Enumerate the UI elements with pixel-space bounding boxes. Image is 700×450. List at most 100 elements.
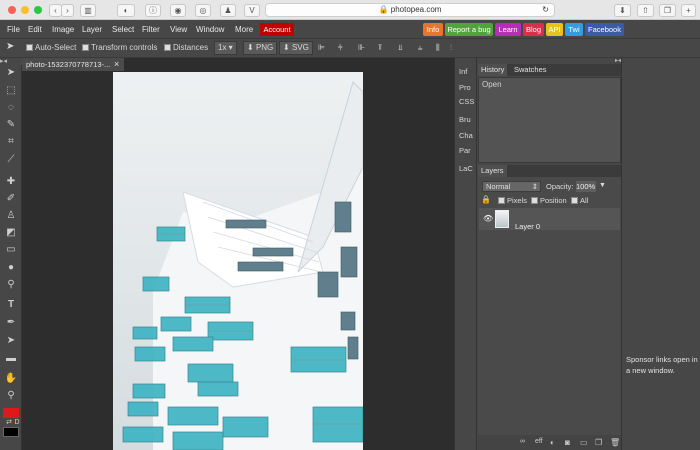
type-tool-icon[interactable]: T xyxy=(4,298,18,312)
new-group-icon[interactable]: ▭ xyxy=(580,438,588,447)
marquee-tool-icon[interactable]: ⬚ xyxy=(4,84,18,98)
new-layer-icon[interactable]: ❐ xyxy=(595,438,602,447)
link-layers-icon[interactable]: ∞ xyxy=(520,438,525,445)
close-window-button[interactable] xyxy=(8,6,16,14)
eraser-tool-icon[interactable]: ◩ xyxy=(4,226,18,240)
downloads-icon[interactable]: ⬇ xyxy=(614,4,631,17)
move-tool-icon[interactable]: ➤ xyxy=(4,66,18,80)
layer-mask-icon[interactable]: ◙ xyxy=(565,438,570,447)
report-bug-link[interactable]: Report a bug xyxy=(445,23,493,36)
toggle-icon[interactable]: ◐ xyxy=(117,4,135,17)
menu-more[interactable]: More xyxy=(235,25,253,34)
css-panel-tab[interactable]: CSS xyxy=(459,97,474,106)
visibility-eye-icon[interactable]: 👁 xyxy=(483,214,493,223)
lock-pixels-checkbox[interactable] xyxy=(498,197,505,204)
menu-file[interactable]: File xyxy=(7,25,20,34)
eyedropper-tool-icon[interactable]: ⟋ xyxy=(4,153,18,167)
healing-tool-icon[interactable]: ✚ xyxy=(4,175,18,189)
zoom-select[interactable]: 1x ▾ xyxy=(214,41,237,55)
menu-view[interactable]: View xyxy=(170,25,187,34)
layer-comps-panel-tab[interactable]: LaC xyxy=(459,164,473,173)
extension-icon-1[interactable]: ⓘ xyxy=(145,4,161,17)
lock-all-checkbox[interactable] xyxy=(571,197,578,204)
swatches-tab[interactable]: Swatches xyxy=(511,64,550,76)
info-link[interactable]: Info xyxy=(423,23,443,36)
facebook-link[interactable]: Facebook xyxy=(585,23,624,36)
align-bottom-icon[interactable]: ⫨ xyxy=(418,43,423,53)
blur-tool-icon[interactable]: ● xyxy=(4,261,18,275)
crop-tool-icon[interactable]: ⌗ xyxy=(4,135,18,149)
tabs-icon[interactable]: ❐ xyxy=(659,4,676,17)
account-button[interactable]: Account xyxy=(260,23,294,36)
align-middle-icon[interactable]: ⫫ xyxy=(398,43,403,53)
align-left-icon[interactable]: ⊫ xyxy=(318,43,325,52)
magic-wand-tool-icon[interactable]: ✎ xyxy=(4,118,18,132)
menu-layer[interactable]: Layer xyxy=(82,25,102,34)
history-item[interactable]: Open xyxy=(479,78,620,91)
transform-controls-checkbox[interactable] xyxy=(82,44,89,51)
learn-link[interactable]: Learn xyxy=(495,23,521,36)
brush-tool-icon[interactable]: ✐ xyxy=(4,192,18,206)
align-top-icon[interactable]: ⫪ xyxy=(378,43,383,53)
collapse-arrows-icon[interactable]: ▸◂ xyxy=(0,58,22,65)
blog-link[interactable]: Blog xyxy=(523,23,544,36)
info-panel-tab[interactable]: Inf xyxy=(459,67,467,76)
zoom-window-button[interactable] xyxy=(34,6,42,14)
distances-label: Distances xyxy=(173,43,209,52)
layer-row[interactable]: 👁 Layer 0 xyxy=(479,208,620,231)
opacity-dropdown-icon[interactable]: ▼ xyxy=(599,182,606,189)
lock-position-checkbox[interactable] xyxy=(531,197,538,204)
opacity-input[interactable]: 100% xyxy=(576,181,596,192)
effects-link[interactable]: eff xyxy=(535,438,543,445)
character-panel-tab[interactable]: Cha xyxy=(459,131,473,140)
clone-stamp-tool-icon[interactable]: ♙ xyxy=(4,209,18,223)
close-document-icon[interactable]: × xyxy=(114,59,119,69)
api-link[interactable]: API xyxy=(546,23,563,36)
align-right-icon[interactable]: ⊪ xyxy=(358,43,365,52)
menu-edit[interactable]: Edit xyxy=(28,25,42,34)
menu-image[interactable]: Image xyxy=(52,25,74,34)
paragraph-panel-tab[interactable]: Par xyxy=(459,146,471,155)
extension-icon-3[interactable]: ◎ xyxy=(195,4,211,17)
address-bar[interactable]: 🔒 photopea.com ↻ xyxy=(265,3,555,17)
path-select-tool-icon[interactable]: ➤ xyxy=(4,334,18,348)
menu-select[interactable]: Select xyxy=(112,25,134,34)
delete-layer-icon[interactable]: 🗑 xyxy=(610,438,620,447)
reload-icon[interactable]: ↻ xyxy=(542,4,549,16)
export-png-button[interactable]: ⬇ PNG xyxy=(243,41,278,55)
auto-select-checkbox[interactable] xyxy=(26,44,33,51)
background-color-swatch[interactable] xyxy=(3,427,19,437)
extension-icon-2[interactable]: ◉ xyxy=(170,4,186,17)
extension-icon-4[interactable]: ♟ xyxy=(220,4,236,17)
minimize-window-button[interactable] xyxy=(21,6,29,14)
lasso-tool-icon[interactable]: ◌ xyxy=(4,101,18,115)
canvas-image[interactable] xyxy=(113,72,363,450)
blend-mode-select[interactable]: Normal ⇕ xyxy=(482,181,541,192)
properties-panel-tab[interactable]: Pro xyxy=(459,83,471,92)
forward-icon[interactable]: › xyxy=(61,4,74,17)
dodge-tool-icon[interactable]: ⚲ xyxy=(4,278,18,292)
new-tab-icon[interactable]: + xyxy=(681,4,696,17)
sidebar-icon[interactable]: ▥ xyxy=(80,4,96,17)
gradient-tool-icon[interactable]: ▭ xyxy=(4,243,18,257)
menu-filter[interactable]: Filter xyxy=(142,25,160,34)
document-tab[interactable]: photo-1532370778713-... xyxy=(22,58,124,71)
menu-window[interactable]: Window xyxy=(196,25,224,34)
shape-tool-icon[interactable]: ▬ xyxy=(4,352,18,366)
export-svg-button[interactable]: ⬇ SVG xyxy=(279,41,313,55)
distances-checkbox[interactable] xyxy=(164,44,171,51)
hand-tool-icon[interactable]: ✋ xyxy=(4,372,18,386)
distribute-h-icon[interactable]: ⫶ xyxy=(450,43,452,53)
align-center-icon[interactable]: ⫩ xyxy=(338,43,343,53)
history-tab[interactable]: History xyxy=(478,64,508,76)
brush-panel-tab[interactable]: Bru xyxy=(459,115,471,124)
pen-tool-icon[interactable]: ✒ xyxy=(4,316,18,330)
distribute-icon[interactable]: ⫼ xyxy=(436,43,440,53)
twitter-link[interactable]: Twi xyxy=(565,23,583,36)
layer-name[interactable]: Layer 0 xyxy=(515,222,540,231)
zoom-tool-icon[interactable]: ⚲ xyxy=(4,389,18,403)
extension-icon-5[interactable]: V xyxy=(244,4,260,17)
layers-tab[interactable]: Layers xyxy=(478,165,507,177)
adjustment-layer-icon[interactable]: ◐ xyxy=(550,438,555,447)
share-icon[interactable]: ⇧ xyxy=(637,4,654,17)
